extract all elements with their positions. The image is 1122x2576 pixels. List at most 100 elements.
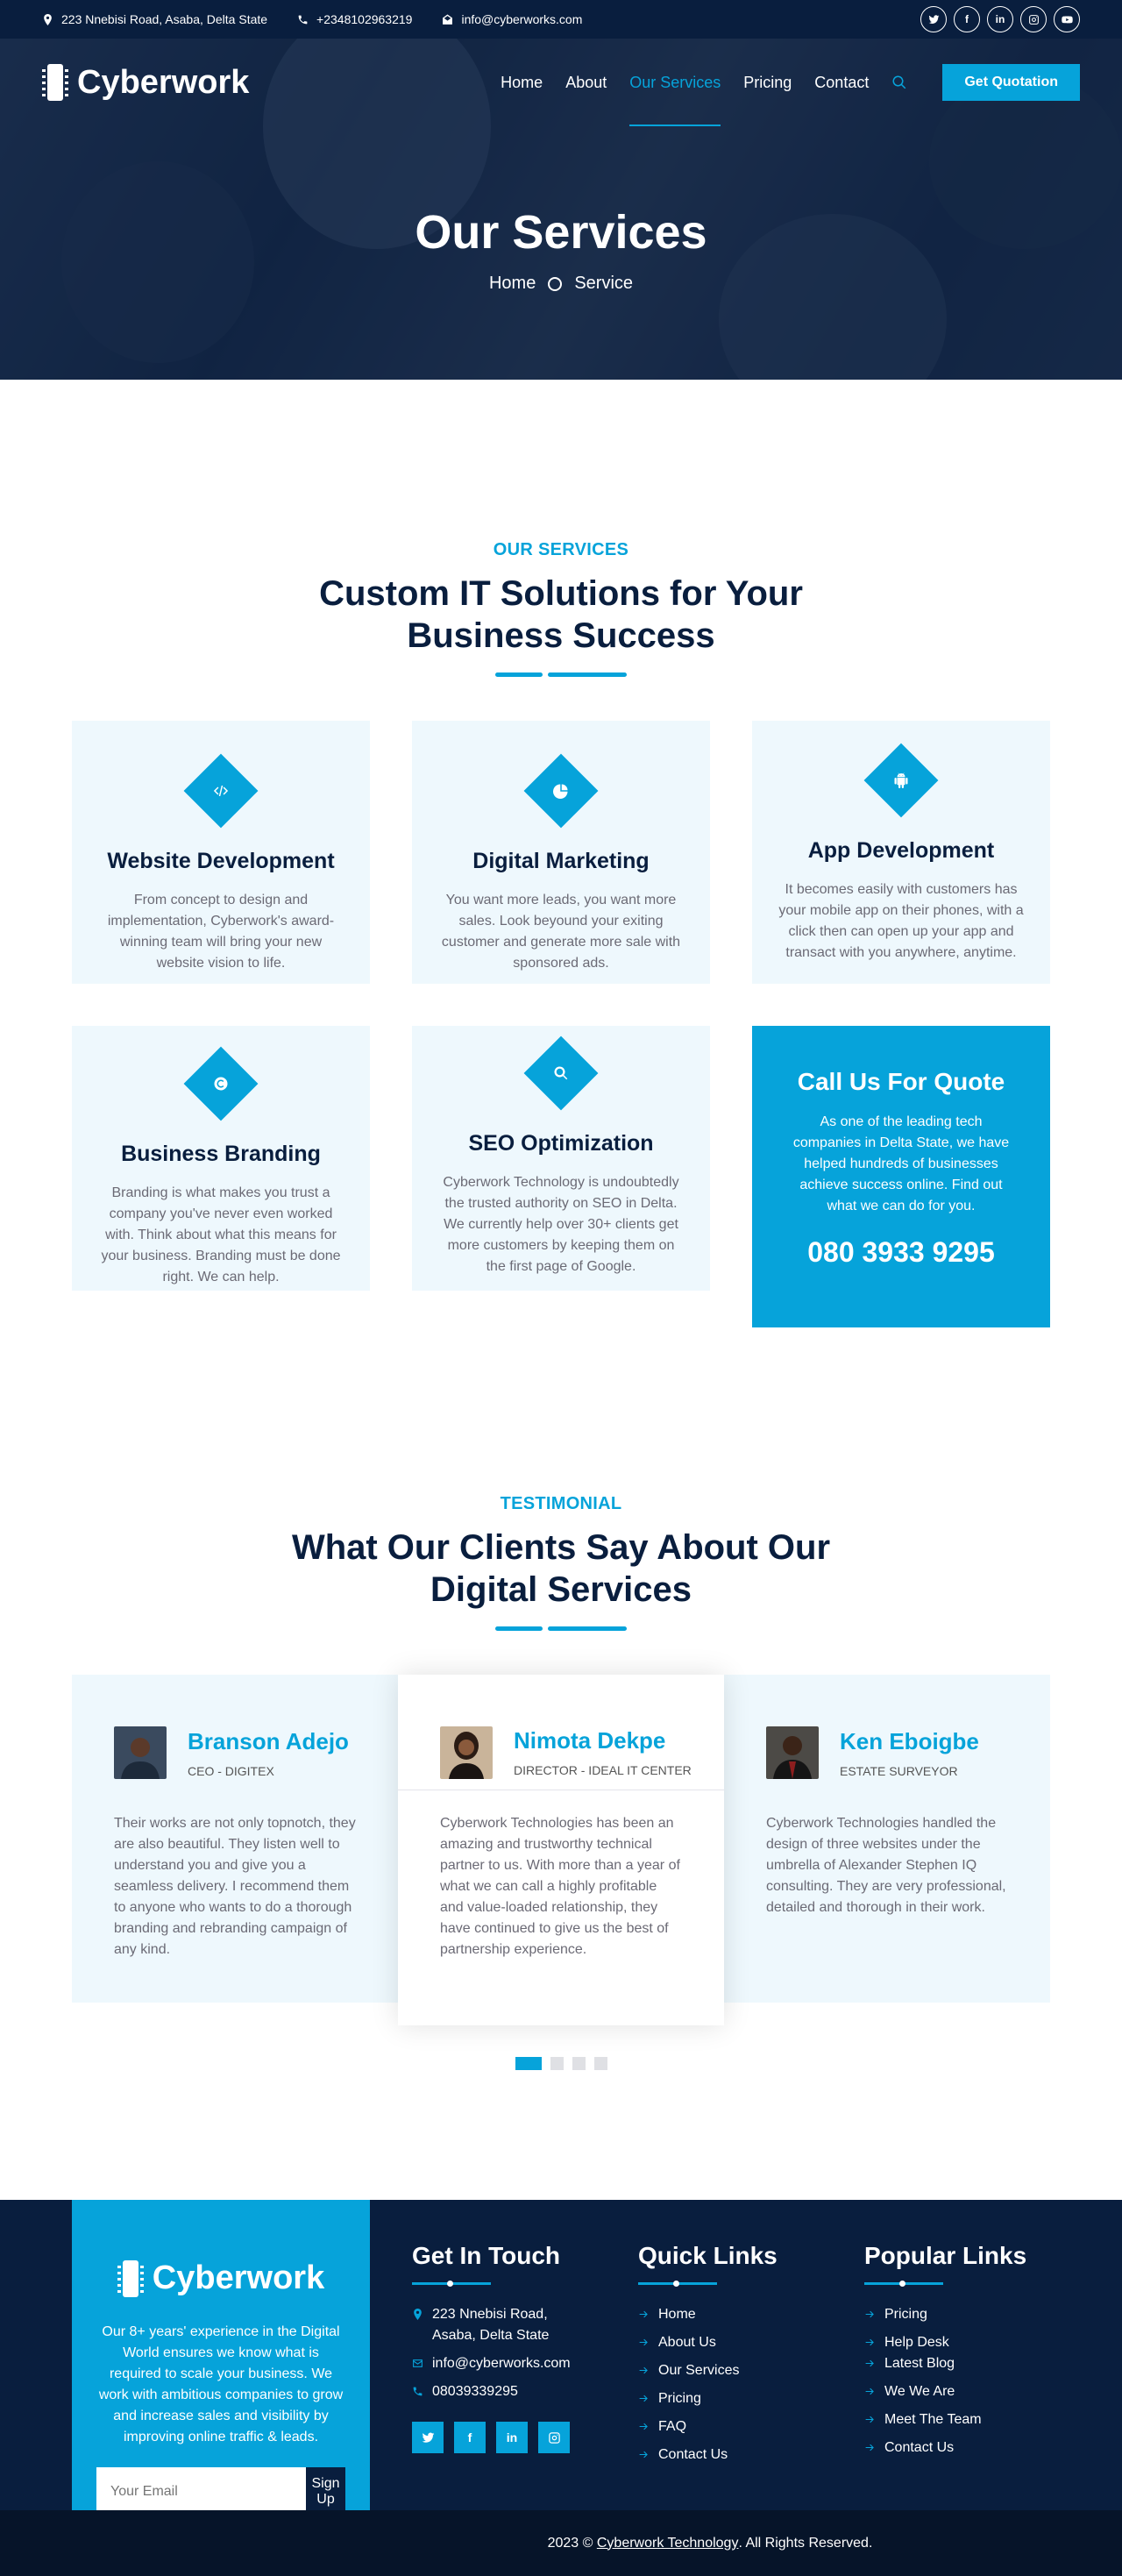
popular-link[interactable]: We We Are [864, 2381, 1090, 2402]
service-title: Business Branding [121, 1142, 321, 1166]
twitter-icon[interactable] [412, 2422, 444, 2453]
popular-link-label: Contact Us [884, 2440, 955, 2455]
arrow-right-icon [865, 2338, 874, 2346]
popular-link[interactable]: Pricing [864, 2304, 1090, 2325]
copyright-bar: 2023 © Cyberwork Technology. All Rights … [0, 2510, 1122, 2576]
popular-link[interactable]: Meet The Team [864, 2409, 1090, 2430]
quick-link[interactable]: FAQ [638, 2416, 864, 2437]
instagram-icon[interactable] [1020, 6, 1047, 32]
avatar [440, 1726, 493, 1779]
nav-home[interactable]: Home [501, 39, 543, 126]
footer-col-title: Popular Links [864, 2242, 1027, 2269]
arrow-right-icon [865, 2444, 874, 2451]
call-for-quote-card[interactable]: Call Us For Quote As one of the leading … [752, 1026, 1050, 1327]
footer-social: f in [412, 2422, 638, 2453]
quote-text: As one of the leading tech companies in … [792, 1114, 1010, 1213]
testimonial-text: Cyberwork Technologies has been an amazi… [440, 1816, 680, 1957]
service-title: App Development [807, 838, 995, 863]
popular-link[interactable]: Latest Blog [864, 2353, 1090, 2374]
facebook-icon[interactable]: f [454, 2422, 486, 2453]
arrow-right-icon [639, 2451, 648, 2459]
instagram-icon[interactable] [538, 2422, 570, 2453]
quick-link-label: Pricing [658, 2391, 701, 2406]
footer-email[interactable]: info@cyberworks.com [412, 2353, 638, 2374]
footer-logo[interactable]: Cyberwork [96, 2259, 345, 2297]
carousel-dot-2[interactable] [550, 2057, 564, 2070]
popular-link[interactable]: Contact Us [864, 2437, 1090, 2459]
testimonial-card: Ken Eboigbe ESTATE SURVEYOR Cyberwork Te… [724, 1675, 1050, 1918]
breadcrumb-home[interactable]: Home [489, 274, 536, 294]
testimonial-section: TESTIMONIAL What Our Clients Say About O… [0, 1327, 1122, 2070]
testimonial-header: Ken Eboigbe ESTATE SURVEYOR [724, 1675, 1050, 1790]
carousel-dot-4[interactable] [593, 2057, 607, 2070]
popular-link[interactable]: Help Desk [864, 2332, 1090, 2353]
get-quotation-button[interactable]: Get Quotation [942, 64, 1080, 101]
youtube-icon[interactable] [1054, 6, 1080, 32]
linkedin-icon[interactable]: in [987, 6, 1013, 32]
newsletter-email-input[interactable] [96, 2467, 306, 2516]
quick-link[interactable]: Home [638, 2304, 864, 2325]
copyright-link[interactable]: Cyberwork Technology [597, 2536, 739, 2551]
popular-link-label: We We Are [884, 2384, 955, 2399]
testimonial-role: ESTATE SURVEYOR [840, 1763, 958, 1778]
service-card[interactable]: SEO Optimization Cyberwork Technology is… [412, 1026, 710, 1291]
testimonial-card: Branson Adejo CEO - DIGITEX Their works … [72, 1675, 398, 1960]
footer-brand-name: Cyberwork [152, 2259, 325, 2296]
testimonial-text: Their works are not only topnotch, they … [114, 1816, 356, 1957]
testimonial-name: Branson Adejo [188, 1727, 349, 1754]
service-text: You want more leads, you want more sales… [441, 893, 681, 971]
quick-link[interactable]: Contact Us [638, 2444, 864, 2466]
circle-icon [548, 276, 563, 291]
quote-phone[interactable]: 080 3933 9295 [787, 1236, 1015, 1269]
copyright-suffix: . All Rights Reserved. [738, 2535, 873, 2551]
popular-links-list: Pricing Help Desk Latest Blog We We Are … [864, 2304, 1090, 2459]
service-icon-badge [183, 1046, 259, 1121]
service-card[interactable]: App Development It becomes easily with c… [752, 721, 1050, 984]
envelope-icon [413, 2359, 423, 2367]
avatar [766, 1726, 819, 1779]
title-underline [72, 672, 1050, 677]
brand-name: Cyberwork [77, 63, 250, 101]
testimonial-header: TESTIMONIAL What Our Clients Say About O… [72, 1494, 1050, 1631]
hero-banner: Cyberwork Home About Our Services Pricin… [0, 39, 1122, 380]
nav-our-services[interactable]: Our Services [629, 39, 721, 126]
quick-link[interactable]: About Us [638, 2332, 864, 2353]
carousel-dots [72, 2057, 1050, 2070]
service-card[interactable]: Business Branding Branding is what makes… [72, 1026, 370, 1291]
android-icon [894, 772, 908, 788]
facebook-icon[interactable]: f [954, 6, 980, 32]
nav-contact[interactable]: Contact [814, 39, 869, 126]
testimonial-role: CEO - DIGITEX [188, 1763, 274, 1778]
footer-phone-text: 08039339295 [432, 2384, 518, 2399]
top-phone[interactable]: +2348102963219 [297, 12, 412, 26]
sign-up-button[interactable]: Sign Up [306, 2467, 345, 2516]
quick-link-label: Contact Us [658, 2447, 728, 2462]
nav-pricing[interactable]: Pricing [743, 39, 792, 126]
quick-link[interactable]: Pricing [638, 2388, 864, 2409]
quick-link-label: Our Services [658, 2363, 740, 2378]
top-email[interactable]: info@cyberworks.com [442, 12, 582, 26]
brand-logo[interactable]: Cyberwork [42, 64, 249, 102]
footer-title-underline [864, 2281, 943, 2287]
footer-phone[interactable]: 08039339295 [412, 2381, 638, 2402]
service-card[interactable]: Website Development From concept to desi… [72, 721, 370, 984]
top-contact: 223 Nnebisi Road, Asaba, Delta State +23… [42, 12, 582, 26]
search-icon[interactable] [891, 39, 907, 126]
services-subtitle: OUR SERVICES [493, 540, 629, 559]
footer-email-text: info@cyberworks.com [432, 2356, 571, 2371]
twitter-icon[interactable] [920, 6, 947, 32]
service-icon-badge [183, 753, 259, 829]
top-address-text: 223 Nnebisi Road, Asaba, Delta State [61, 12, 268, 26]
microchip-icon [117, 2259, 144, 2297]
service-icon-badge [523, 1035, 599, 1111]
service-card[interactable]: Digital Marketing You want more leads, y… [412, 721, 710, 984]
top-phone-text: +2348102963219 [316, 12, 413, 26]
carousel-dot-3[interactable] [572, 2057, 586, 2070]
linkedin-icon[interactable]: in [496, 2422, 528, 2453]
quick-link[interactable]: Our Services [638, 2360, 864, 2381]
nav-about[interactable]: About [565, 39, 607, 126]
microchip-icon [42, 64, 68, 101]
carousel-dot-1[interactable] [515, 2057, 542, 2070]
copyright-prefix: 2023 © [547, 2535, 593, 2551]
top-social: f in [920, 6, 1080, 32]
